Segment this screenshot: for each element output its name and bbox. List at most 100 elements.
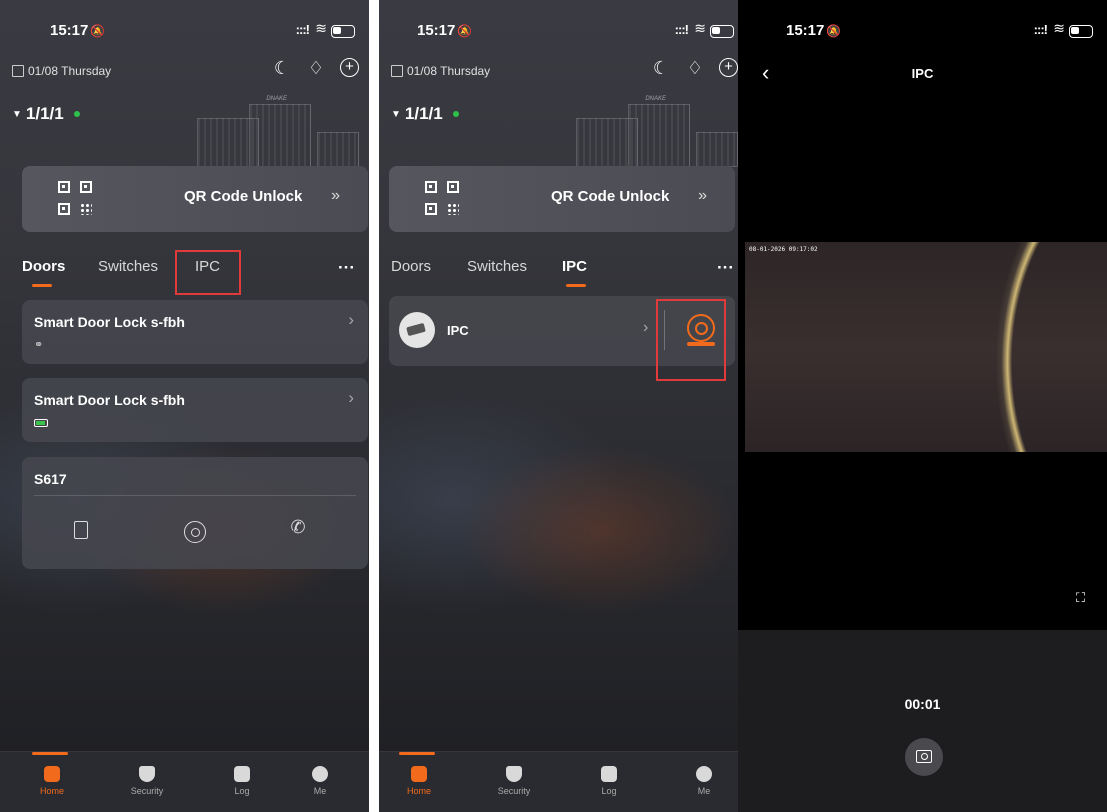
- tab-doors[interactable]: Doors: [22, 258, 65, 275]
- brand-logo: DNAKE: [645, 96, 666, 102]
- device-card-lock-1[interactable]: Smart Door Lock s-fbh › ⚭: [22, 300, 368, 364]
- home-icon: [44, 766, 60, 782]
- home-selector[interactable]: ▼ 1/1/1: [12, 104, 80, 124]
- moon-icon[interactable]: ☾: [651, 58, 671, 79]
- calendar-icon: [12, 65, 24, 77]
- qr-code-unlock-card[interactable]: QR Code Unlock »: [389, 166, 735, 232]
- tab-ipc[interactable]: IPC: [562, 258, 587, 275]
- phone-call-icon[interactable]: ✆: [286, 517, 310, 541]
- device-card-lock-2[interactable]: Smart Door Lock s-fbh ›: [22, 378, 368, 442]
- home-screen-doors: 15:17 🔕 :::! ≋ 01/08 Thursday ☾ ♢ + ▼ 1/1/…: [0, 0, 369, 812]
- bottom-tab-bar: Home Security Log Me: [0, 751, 369, 812]
- tab-log[interactable]: Log: [579, 766, 639, 796]
- online-status-dot: [452, 111, 459, 117]
- divider: [34, 495, 356, 496]
- playback-controls: 00:01: [738, 630, 1107, 812]
- brand-logo: DNAKE: [266, 96, 287, 102]
- status-bar: 15:17 🔕 :::! ≋: [379, 20, 748, 44]
- home-screen-ipc: 15:17 🔕 :::! ≋ 01/08 Thursday ☾ ♢ + ▼ 1/1/…: [379, 0, 748, 812]
- log-icon: [601, 766, 617, 782]
- camera-snapshot-icon: [916, 750, 932, 763]
- tab-security[interactable]: Security: [117, 766, 177, 796]
- battery-icon: [710, 25, 734, 38]
- more-icon[interactable]: ···: [338, 258, 355, 278]
- status-time: 15:17 🔕: [50, 22, 106, 39]
- status-bar: 15:17 🔕 :::! ≋: [738, 20, 1107, 44]
- status-time: 15:17 🔕: [786, 22, 842, 39]
- shield-icon: [139, 766, 155, 782]
- active-tab-indicator: [32, 284, 52, 287]
- device-tabs: Doors Switches IPC ···: [379, 258, 748, 294]
- chevron-right-icon: ›: [643, 319, 649, 336]
- tab-switches[interactable]: Switches: [98, 258, 158, 275]
- active-tab-indicator: [32, 752, 68, 755]
- log-icon: [234, 766, 250, 782]
- tab-security[interactable]: Security: [484, 766, 544, 796]
- device-card-s617[interactable]: S617 ✆: [22, 457, 368, 569]
- battery-icon: [331, 25, 355, 38]
- tab-log[interactable]: Log: [212, 766, 272, 796]
- tab-home[interactable]: Home: [22, 766, 82, 796]
- battery-green-icon: [34, 419, 48, 427]
- building-illustration: DNAKE: [566, 90, 738, 167]
- active-tab-indicator: [399, 752, 435, 755]
- video-timestamp: 08-01-2026 09:17:02: [749, 246, 818, 253]
- qr-code-icon: [58, 181, 92, 215]
- status-time: 15:17 🔕: [417, 22, 473, 39]
- double-chevron-icon: »: [331, 187, 340, 204]
- more-icon[interactable]: ···: [717, 258, 734, 278]
- qr-code-icon: [425, 181, 459, 215]
- camera-video-feed[interactable]: 08-01-2026 09:17:02: [745, 242, 1107, 452]
- wifi-icon: ≋: [1053, 20, 1065, 36]
- triangle-down-icon: ▼: [12, 108, 22, 120]
- tab-me[interactable]: Me: [290, 766, 350, 796]
- top-actions: ☾ ♢ +: [651, 58, 738, 79]
- double-chevron-icon: »: [698, 187, 707, 204]
- wifi-icon: ≋: [315, 20, 327, 36]
- bottom-tab-bar: Home Security Log Me: [379, 751, 748, 812]
- bell-slash-icon: 🔕: [90, 24, 106, 38]
- unlink-icon: ⚭: [34, 339, 44, 351]
- wifi-icon: ≋: [694, 20, 706, 36]
- qr-code-unlock-label: QR Code Unlock: [184, 188, 303, 205]
- date-label: 01/08 Thursday: [391, 64, 490, 78]
- signal-icon: :::!: [674, 22, 689, 37]
- recording-timer: 00:01: [904, 696, 941, 712]
- tab-home[interactable]: Home: [389, 766, 449, 796]
- bell-icon[interactable]: ♢: [306, 58, 326, 79]
- bell-icon[interactable]: ♢: [685, 58, 705, 79]
- moon-icon[interactable]: ☾: [272, 58, 292, 79]
- triangle-down-icon: ▼: [391, 108, 401, 120]
- status-bar: 15:17 🔕 :::! ≋: [0, 20, 369, 44]
- add-icon[interactable]: +: [719, 58, 738, 77]
- bell-slash-icon: 🔕: [457, 24, 473, 38]
- building-illustration: DNAKE: [187, 90, 359, 167]
- qr-code-unlock-label: QR Code Unlock: [551, 188, 670, 205]
- add-icon[interactable]: +: [340, 58, 359, 77]
- calendar-icon: [391, 65, 403, 77]
- highlight-box-camera-button: [656, 299, 726, 381]
- ipc-live-view-screen: 15:17 🔕 :::! ≋ ‹ IPC 08-01-2026 09:17:02 …: [738, 0, 1107, 812]
- bell-slash-icon: 🔕: [826, 24, 842, 38]
- highlight-box-ipc-tab: [175, 250, 241, 295]
- tab-doors[interactable]: Doors: [391, 258, 431, 275]
- cctv-camera-icon: [399, 312, 435, 348]
- signal-icon: :::!: [295, 22, 310, 37]
- chevron-right-icon: ›: [348, 388, 354, 407]
- online-status-dot: [73, 111, 80, 117]
- tab-me[interactable]: Me: [674, 766, 734, 796]
- page-title: IPC: [911, 66, 934, 81]
- home-selector[interactable]: ▼ 1/1/1: [391, 104, 459, 124]
- battery-icon: [1069, 25, 1093, 38]
- person-icon: [696, 766, 712, 782]
- camera-icon[interactable]: [184, 521, 206, 543]
- tab-switches[interactable]: Switches: [467, 258, 527, 275]
- device-name: S617: [34, 471, 67, 487]
- fullscreen-icon[interactable]: ⛶: [1076, 590, 1085, 606]
- top-actions: ☾ ♢ +: [272, 58, 359, 79]
- active-tab-indicator: [566, 284, 586, 287]
- door-icon[interactable]: [74, 521, 88, 539]
- shield-icon: [506, 766, 522, 782]
- snapshot-button[interactable]: [905, 738, 943, 776]
- qr-code-unlock-card[interactable]: QR Code Unlock »: [22, 166, 368, 232]
